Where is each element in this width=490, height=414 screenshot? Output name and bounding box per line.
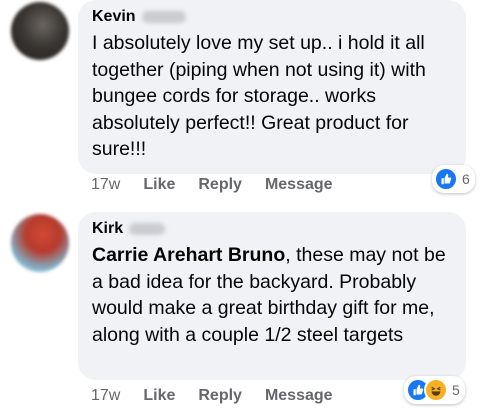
avatar[interactable]	[11, 2, 69, 60]
reaction-summary[interactable]: 5	[404, 376, 465, 404]
reaction-count: 5	[452, 382, 460, 398]
comment-actions: 17w Like Reply Message	[91, 387, 356, 405]
like-button[interactable]: Like	[143, 387, 175, 405]
message-button[interactable]: Message	[265, 387, 333, 405]
haha-icon	[424, 378, 448, 402]
message-button[interactable]: Message	[265, 176, 333, 194]
comment-author[interactable]: Kevin	[92, 8, 136, 26]
reply-button[interactable]: Reply	[198, 176, 242, 194]
comment-text: Carrie Arehart Bruno, these may not be a…	[92, 242, 452, 348]
comment-timestamp[interactable]: 17w	[91, 387, 120, 405]
comment-timestamp[interactable]: 17w	[91, 176, 120, 194]
comment-author[interactable]: Kirk	[92, 220, 123, 238]
comment-actions: 17w Like Reply Message	[91, 176, 356, 194]
redacted-surname	[129, 223, 166, 235]
mention-link[interactable]: Carrie Arehart Bruno	[92, 244, 285, 266]
reply-button[interactable]: Reply	[198, 387, 242, 405]
reaction-summary[interactable]: 6	[432, 165, 475, 193]
comment-bubble: Kevin I absolutely love my set up.. i ho…	[78, 0, 466, 174]
comment-bubble: Kirk Carrie Arehart Bruno, these may not…	[78, 212, 466, 380]
like-button[interactable]: Like	[143, 176, 175, 194]
avatar[interactable]	[11, 214, 69, 272]
comment-text: I absolutely love my set up.. i hold it …	[92, 32, 426, 160]
redacted-surname	[141, 11, 186, 23]
comment-feed: Kevin I absolutely love my set up.. i ho…	[0, 0, 490, 414]
reaction-count: 6	[462, 171, 470, 187]
like-icon	[434, 167, 458, 191]
